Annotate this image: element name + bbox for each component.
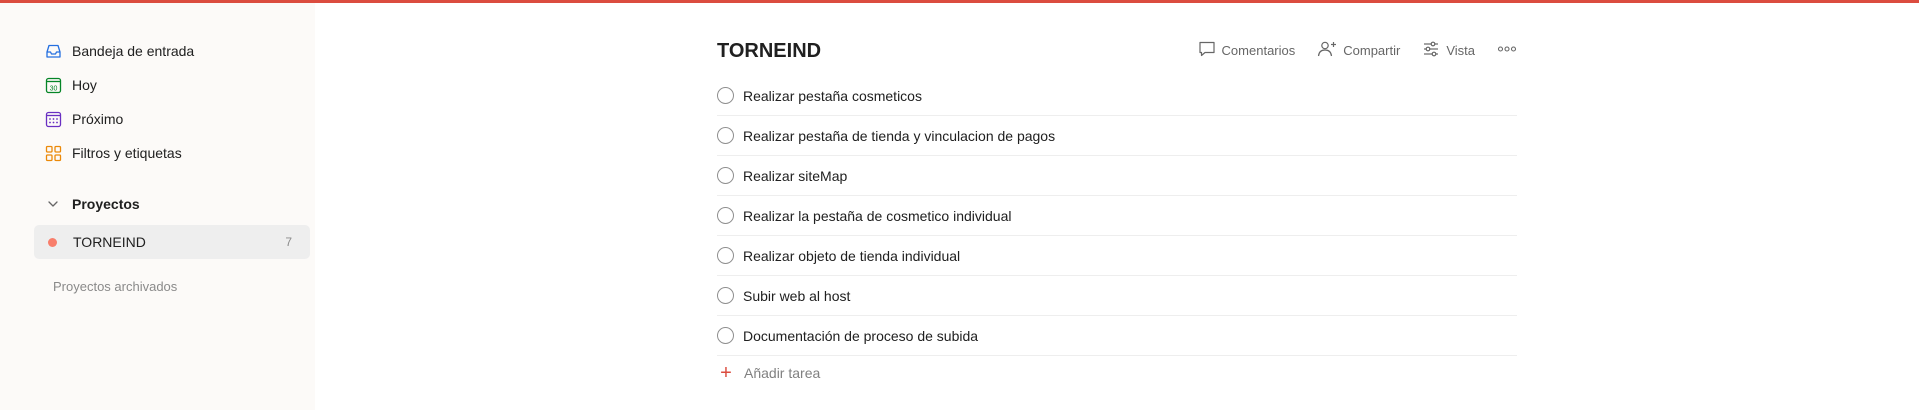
filters-icon xyxy=(44,144,62,162)
comments-label: Comentarios xyxy=(1221,43,1296,58)
task-row[interactable]: Realizar pestaña de tienda y vinculacion… xyxy=(717,116,1517,156)
task-checkbox[interactable] xyxy=(717,127,734,144)
projects-heading: Proyectos xyxy=(72,196,140,212)
add-person-icon xyxy=(1317,40,1337,61)
task-title: Documentación de proceso de subida xyxy=(743,327,979,344)
sidebar-item-filters-labels[interactable]: Filtros y etiquetas xyxy=(34,137,310,169)
calendar-day-number: 30 xyxy=(49,85,57,92)
header-actions: Comentarios Compartir Vista xyxy=(1198,40,1517,61)
sidebar-item-label: Hoy xyxy=(72,77,97,93)
share-label: Compartir xyxy=(1343,43,1401,58)
archived-projects-link[interactable]: Proyectos archivados xyxy=(53,279,177,294)
task-title: Realizar pestaña de tienda y vinculacion… xyxy=(743,127,1056,144)
comment-icon xyxy=(1198,40,1216,61)
view-button[interactable]: Vista xyxy=(1422,40,1475,61)
task-title: Realizar pestaña cosmeticos xyxy=(743,87,922,104)
plus-icon: + xyxy=(720,362,732,384)
task-title: Realizar la pestaña de cosmetico individ… xyxy=(743,207,1012,224)
view-label: Vista xyxy=(1446,43,1475,58)
sidebar-item-label: Próximo xyxy=(72,111,124,127)
comments-button[interactable]: Comentarios xyxy=(1198,40,1296,61)
page-title: TORNEIND xyxy=(717,40,822,62)
calendar-upcoming-icon xyxy=(44,110,62,128)
task-title: Realizar objeto de tienda individual xyxy=(743,247,961,264)
task-checkbox[interactable] xyxy=(717,207,734,224)
more-icon xyxy=(1497,40,1517,61)
sidebar-item-label: Filtros y etiquetas xyxy=(72,145,182,161)
task-checkbox[interactable] xyxy=(717,87,734,104)
task-row[interactable]: Documentación de proceso de subida xyxy=(717,316,1517,356)
project-name: TORNEIND xyxy=(73,234,146,250)
task-checkbox[interactable] xyxy=(717,327,734,344)
add-task-button[interactable]: + Añadir tarea xyxy=(717,356,1517,390)
task-title: Realizar siteMap xyxy=(743,167,848,184)
sidebar-item-label: Bandeja de entrada xyxy=(72,43,195,59)
inbox-icon xyxy=(44,42,62,60)
sidebar-item-today[interactable]: 30 Hoy xyxy=(34,69,310,101)
sidebar-item-upcoming[interactable]: Próximo xyxy=(34,103,310,135)
projects-section-header[interactable]: Proyectos xyxy=(34,188,310,220)
task-checkbox[interactable] xyxy=(717,287,734,304)
project-color-dot xyxy=(48,237,57,247)
task-title: Subir web al host xyxy=(743,287,851,304)
task-checkbox[interactable] xyxy=(717,247,734,264)
sidebar: Bandeja de entrada 30 Hoy Próximo Filtro… xyxy=(0,3,315,410)
task-checkbox[interactable] xyxy=(717,167,734,184)
task-row[interactable]: Subir web al host xyxy=(717,276,1517,316)
task-row[interactable]: Realizar pestaña cosmeticos xyxy=(717,76,1517,116)
task-row[interactable]: Realizar la pestaña de cosmetico individ… xyxy=(717,196,1517,236)
more-options-button[interactable] xyxy=(1497,40,1517,61)
share-button[interactable]: Compartir xyxy=(1317,40,1400,61)
task-list: Realizar pestaña cosmeticos Realizar pes… xyxy=(717,76,1517,390)
project-task-count: 7 xyxy=(285,235,292,249)
task-row[interactable]: Realizar objeto de tienda individual xyxy=(717,236,1517,276)
calendar-today-icon: 30 xyxy=(44,76,62,94)
sidebar-item-project-torneind[interactable]: TORNEIND 7 xyxy=(34,225,310,259)
task-row[interactable]: Realizar siteMap xyxy=(717,156,1517,196)
chevron-down-icon[interactable] xyxy=(44,198,62,210)
add-task-label: Añadir tarea xyxy=(744,365,821,381)
sliders-icon xyxy=(1422,40,1440,61)
sidebar-item-inbox[interactable]: Bandeja de entrada xyxy=(34,35,310,67)
